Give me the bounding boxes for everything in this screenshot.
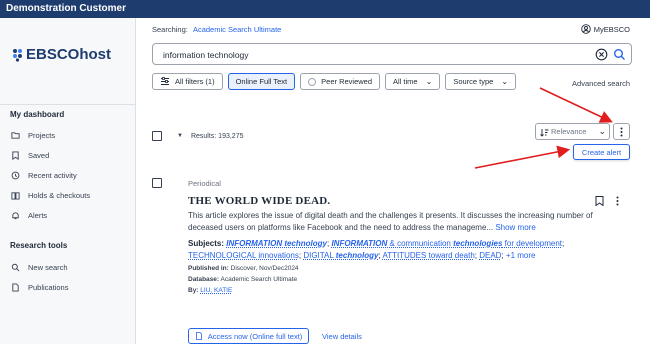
- subject-link[interactable]: DEAD: [479, 251, 501, 260]
- online-full-text-toggle[interactable]: Online Full Text: [227, 73, 296, 90]
- select-all-checkbox[interactable]: [152, 131, 162, 141]
- search-icon: [11, 263, 20, 272]
- create-alert-button[interactable]: Create alert: [573, 144, 630, 160]
- top-bar: Demonstration Customer: [0, 0, 650, 18]
- results-toolbar: ▼ Results: 193,275: [152, 131, 244, 141]
- document-icon: [12, 283, 19, 292]
- radio-circle-icon: [308, 77, 317, 86]
- kebab-icon: [620, 127, 623, 136]
- subjects-label: Subjects:: [188, 239, 225, 248]
- sidebar-item-label: Publications: [28, 283, 69, 292]
- folder-icon: [11, 132, 20, 139]
- clear-icon[interactable]: [595, 48, 608, 61]
- searching-label: Searching:: [152, 25, 188, 34]
- subject-link[interactable]: DIGITAL technology: [303, 251, 378, 260]
- bookmark-icon: [12, 151, 19, 160]
- advanced-search-link[interactable]: Advanced search: [572, 79, 630, 88]
- kebab-icon[interactable]: [616, 196, 619, 206]
- sort-label: Relevance: [551, 127, 587, 136]
- logo-text: EBSCOhost: [26, 46, 112, 63]
- sidebar-item-holds-checkouts[interactable]: Holds & checkouts: [11, 191, 90, 200]
- myebsco-label: MyEBSCO: [593, 24, 630, 34]
- bookmark-icon[interactable]: [595, 196, 604, 206]
- all-filters-label: All filters (1): [175, 77, 215, 86]
- sidebar-item-label: Holds & checkouts: [28, 191, 91, 200]
- access-now-label: Access now (Online full text): [207, 331, 303, 341]
- sidebar-item-recent-activity[interactable]: Recent activity: [11, 171, 77, 180]
- book-icon: [11, 192, 20, 200]
- author-info: By: LIU, KATIE: [188, 287, 232, 294]
- main-content: Searching: Academic Search Ultimate MyEB…: [136, 18, 650, 344]
- user-icon: [580, 24, 591, 34]
- published-value: Discover, Nov/Dec2024: [230, 265, 299, 272]
- sidebar-item-new-search[interactable]: New search: [11, 263, 68, 272]
- online-full-text-label: Online Full Text: [235, 77, 288, 86]
- chevron-down-icon: ⌄: [598, 126, 606, 136]
- subject-link[interactable]: TECHNOLOGICAL innovations: [188, 251, 299, 260]
- search-box: [152, 43, 632, 65]
- sidebar-item-label: Alerts: [28, 211, 48, 220]
- sidebar-item-label: New search: [28, 263, 68, 272]
- database-info: Database: Academic Search Ultimate: [188, 276, 297, 283]
- searching-indicator: Searching: Academic Search Ultimate: [152, 25, 281, 34]
- document-icon: [195, 332, 202, 340]
- sort-dropdown[interactable]: Relevance ⌄: [535, 123, 610, 140]
- sidebar-item-label: Recent activity: [28, 171, 77, 180]
- access-now-button[interactable]: Access now (Online full text): [188, 328, 309, 344]
- chevron-down-icon: ⌄: [425, 77, 433, 86]
- ebscohost-logo[interactable]: EBSCOhost: [12, 46, 111, 63]
- show-more-link[interactable]: Show more: [495, 223, 535, 232]
- sidebar: EBSCOhost My dashboard Projects Saved Re…: [0, 18, 136, 344]
- history-icon: [11, 171, 20, 180]
- publication-type: Periodical: [188, 179, 221, 188]
- caret-down-icon[interactable]: ▼: [177, 133, 183, 139]
- view-details-link[interactable]: View details: [322, 332, 362, 341]
- filter-sliders-icon: [161, 77, 169, 85]
- result-abstract: This article explores the issue of digit…: [188, 210, 598, 234]
- bell-icon: [12, 212, 19, 220]
- more-subjects-link[interactable]: +1 more: [506, 251, 536, 260]
- all-filters-button[interactable]: All filters (1): [152, 73, 223, 90]
- sidebar-item-label: Saved: [28, 151, 50, 160]
- subjects-list: Subjects: INFORMATION technology; INFORM…: [188, 239, 565, 260]
- result-checkbox[interactable]: [152, 178, 162, 188]
- peer-reviewed-toggle[interactable]: Peer Reviewed: [300, 73, 381, 90]
- dashboard-heading: My dashboard: [10, 110, 65, 119]
- research-tools-heading: Research tools: [10, 241, 68, 250]
- sidebar-item-label: Projects: [28, 131, 56, 140]
- institution-name: Demonstration Customer: [6, 3, 127, 14]
- subject-link[interactable]: INFORMATION technology: [226, 239, 327, 248]
- author-link[interactable]: LIU, KATIE: [200, 287, 232, 294]
- subject-link[interactable]: ATTITUDES toward death: [382, 251, 474, 260]
- subject-link[interactable]: INFORMATION & communication technologies…: [331, 239, 562, 248]
- search-icon[interactable]: [613, 48, 626, 61]
- search-input[interactable]: [161, 47, 585, 63]
- database-label: Database:: [188, 276, 220, 283]
- sidebar-item-alerts[interactable]: Alerts: [11, 211, 47, 220]
- source-type-dropdown[interactable]: Source type ⌄: [445, 73, 517, 90]
- sidebar-divider: [0, 104, 135, 105]
- all-time-dropdown[interactable]: All time ⌄: [385, 73, 441, 90]
- sort-icon: [540, 129, 549, 137]
- result-title[interactable]: THE WORLD WIDE DEAD.: [188, 195, 330, 207]
- results-count: Results: 193,275: [190, 132, 244, 140]
- source-type-label: Source type: [453, 77, 494, 86]
- filter-bar: All filters (1) Online Full Text Peer Re…: [152, 73, 517, 90]
- database-value: Academic Search Ultimate: [220, 276, 298, 283]
- sidebar-item-publications[interactable]: Publications: [11, 283, 68, 292]
- myebsco-button[interactable]: MyEBSCO: [580, 24, 630, 34]
- peer-reviewed-label: Peer Reviewed: [321, 77, 373, 86]
- chevron-down-icon: ⌄: [501, 77, 509, 86]
- more-options-button[interactable]: [613, 123, 630, 140]
- published-label: Published in:: [188, 265, 229, 272]
- by-label: By:: [188, 287, 199, 294]
- sidebar-item-projects[interactable]: Projects: [11, 131, 55, 140]
- all-time-label: All time: [393, 77, 418, 86]
- published-in: Published in: Discover, Nov/Dec2024: [188, 265, 299, 272]
- sidebar-item-saved[interactable]: Saved: [11, 151, 49, 160]
- database-link[interactable]: Academic Search Ultimate: [193, 25, 281, 34]
- ebsco-logo-icon: [13, 48, 22, 62]
